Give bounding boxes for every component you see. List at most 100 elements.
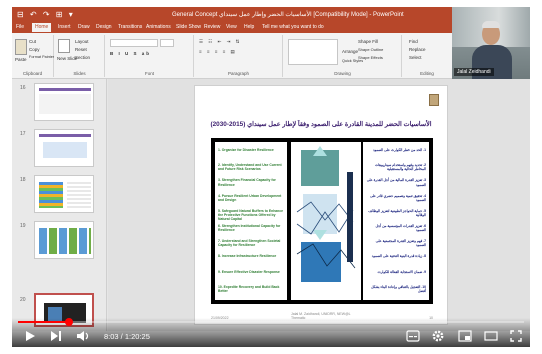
webcam-name: Jalal Zeidhandi xyxy=(454,68,494,76)
slide-thumbnail[interactable] xyxy=(34,129,94,167)
arabic-list-item: 3. تعزيز القدرة المالية من أجل القدرة عل… xyxy=(366,178,426,187)
thumb-chart xyxy=(39,182,63,208)
font-label: Font xyxy=(144,71,154,76)
paragraph-label: Paragraph xyxy=(227,71,249,76)
slide-editing-area: الأساسيات الحضر للمدينة القادرة على الصم… xyxy=(108,79,530,331)
arabic-list-item: 10. التعجيل بالتعافي وإعادة البناء بشكل … xyxy=(371,284,426,293)
paste-button[interactable]: Paste xyxy=(15,57,27,62)
progress-bar[interactable] xyxy=(18,318,524,326)
find-button[interactable]: Find xyxy=(409,39,418,44)
list-buttons[interactable]: ☰ ☷ ⇤ ⇥ ⇅ xyxy=(199,39,241,45)
tab-draw[interactable]: Draw xyxy=(78,24,90,30)
english-list-item: 4. Pursue Resilient Urban Development an… xyxy=(218,193,282,202)
thumb-body xyxy=(39,94,91,114)
slide-thumbnails-pane: 16 17 18 19 20 xyxy=(12,79,107,331)
reset-button[interactable]: Reset xyxy=(75,47,87,52)
new-slide-icon[interactable] xyxy=(58,39,70,53)
time-display: 8:03 / 1:20:25 xyxy=(104,332,150,341)
editing-label: Editing xyxy=(420,71,434,76)
tab-file[interactable]: File xyxy=(16,24,24,30)
diagram-panel xyxy=(291,142,361,300)
tab-view[interactable]: View xyxy=(226,24,237,30)
video-player-controls: 8:03 / 1:20:25 xyxy=(12,318,530,347)
thumb-header xyxy=(39,134,91,137)
tab-home[interactable]: Home xyxy=(32,23,52,32)
tab-design[interactable]: Design xyxy=(96,24,112,30)
font-format-buttons[interactable]: B I U S ab xyxy=(110,51,151,56)
slide-title[interactable]: الأساسيات الحضر للمدينة القادرة على الصم… xyxy=(199,120,443,128)
thumbnail-number: 16 xyxy=(20,85,26,91)
quick-styles-button[interactable]: Quick Styles xyxy=(342,59,363,63)
powerpoint-window: ⊟ ↶ ↷ ⊞ ▾ General Concept الأساسيات الحض… xyxy=(12,7,530,347)
progress-handle[interactable] xyxy=(64,318,73,326)
tab-insert[interactable]: Insert xyxy=(58,24,71,30)
english-list-item: 8. Increase Infrastructure Resilience xyxy=(218,254,277,259)
section-button[interactable]: Section xyxy=(75,55,90,60)
arabic-list-item: 1. الحد من خطر الكوارث على الصمود xyxy=(372,148,426,152)
shape-outline-button[interactable]: Shape Outline xyxy=(358,47,383,52)
next-icon[interactable] xyxy=(50,330,62,342)
english-list-item: 2. Identify, Understand and Use Current … xyxy=(218,163,282,172)
volume-icon[interactable] xyxy=(76,330,90,342)
tab-slide-show[interactable]: Slide Show xyxy=(176,24,201,30)
clipboard-group: Paste Cut Copy Format Painter Clipboard xyxy=(12,35,54,77)
tab-review[interactable]: Review xyxy=(204,24,220,30)
slide-thumbnail[interactable] xyxy=(34,175,94,213)
arrange-button[interactable]: Arrange xyxy=(342,49,358,54)
english-list-item: 9. Ensure Effective Disaster Response xyxy=(218,269,280,274)
english-list-item: 1. Organize for Disaster Resilience xyxy=(218,148,274,152)
slide-content-box[interactable]: 1. Organize for Disaster Resilience 2. Id… xyxy=(211,138,433,304)
quick-access-toolbar[interactable]: ⊟ ↶ ↷ ⊞ ▾ xyxy=(17,10,75,19)
progress-fill xyxy=(18,321,69,323)
thumb-body xyxy=(43,142,87,158)
diagram-side-bar xyxy=(347,172,353,262)
thumbnail-number: 17 xyxy=(20,131,26,137)
align-buttons[interactable]: ≡ ≡ ≡ ≡ ▤ xyxy=(199,49,237,55)
format-painter-button[interactable]: Format Painter xyxy=(29,55,54,59)
paragraph-group: ☰ ☷ ⇤ ⇥ ⇅ ≡ ≡ ≡ ≡ ▤ Paragraph xyxy=(195,35,283,77)
replace-button[interactable]: Replace xyxy=(409,47,426,52)
tab-animations[interactable]: Animations xyxy=(146,24,171,30)
slide-thumbnail[interactable] xyxy=(34,83,94,121)
font-name-box[interactable] xyxy=(110,39,158,47)
editing-group: Find Replace Select Editing xyxy=(403,35,451,77)
copy-button[interactable]: Copy xyxy=(29,47,40,52)
current-slide[interactable]: الأساسيات الحضر للمدينة القادرة على الصم… xyxy=(194,85,448,325)
cut-button[interactable]: Cut xyxy=(29,39,36,44)
thumb-header xyxy=(39,88,91,91)
arabic-list-panel: 1. الحد من خطر الكوارث على الصمود 2. تحدي… xyxy=(363,142,429,300)
font-size-box[interactable] xyxy=(160,39,174,47)
shape-fill-button[interactable]: Shape Fill xyxy=(358,39,378,44)
theater-icon[interactable] xyxy=(484,330,498,342)
layout-button[interactable]: Layout xyxy=(75,39,89,44)
english-list-item: 3. Strengthen Financial Capacity for Res… xyxy=(218,178,276,187)
document-title: General Concept الأساسيات الحضر وإطار عم… xyxy=(172,12,404,18)
english-list-panel: 1. Organize for Disaster Resilience 2. Id… xyxy=(215,142,287,300)
clipboard-label: Clipboard xyxy=(22,71,43,76)
settings-icon[interactable] xyxy=(432,330,444,342)
arabic-list-item: 7. فهم وتعزيز القدرة المجتمعية على الصمو… xyxy=(375,239,426,248)
tab-transitions[interactable]: Transitions xyxy=(118,24,142,30)
fullscreen-icon[interactable] xyxy=(510,330,522,342)
captions-icon[interactable] xyxy=(406,330,420,342)
thumbnail-number: 20 xyxy=(20,297,26,303)
play-icon[interactable] xyxy=(24,330,36,342)
thumb-diagram xyxy=(39,228,91,254)
english-list-item: 7. Understand and Strengthen Societal Ca… xyxy=(218,239,281,248)
presenter-hair xyxy=(482,21,500,28)
arabic-list-item: 9. ضمان الاستجابة الفعالة للكوارث xyxy=(377,269,426,274)
shapes-gallery[interactable] xyxy=(288,39,338,65)
logo-icon xyxy=(429,94,439,106)
miniplayer-icon[interactable] xyxy=(458,330,472,342)
arabic-list-item: 2. تحديد وفهم واستخدام سيناريوهات المخاط… xyxy=(374,163,426,172)
english-list-item: 10. Expedite Recovery and Build Back Bet… xyxy=(218,284,280,293)
slide-thumbnail[interactable] xyxy=(34,221,94,259)
arabic-list-item: 4. تحقيق تنمية وتصميم حضري قادر على الصم… xyxy=(369,193,426,202)
tell-me-search[interactable]: Tell me what you want to do xyxy=(262,24,324,30)
paste-icon[interactable] xyxy=(15,39,27,55)
webcam-overlay: Jalal Zeidhandi xyxy=(452,7,530,79)
english-list-item: 5. Safeguard Natural Buffers to Enhance … xyxy=(218,208,284,222)
select-button[interactable]: Select xyxy=(409,55,422,60)
tab-help[interactable]: Help xyxy=(244,24,254,30)
thumbnail-number: 18 xyxy=(20,177,26,183)
